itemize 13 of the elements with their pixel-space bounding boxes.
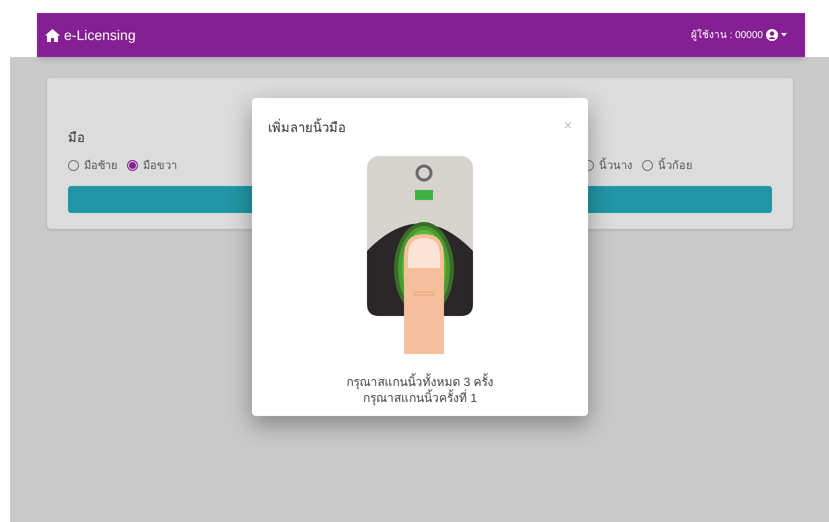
user-avatar-icon — [766, 29, 778, 41]
brand-name: e-Licensing — [64, 26, 136, 45]
caret-icon — [781, 33, 787, 37]
hand-label: มือ — [68, 129, 86, 147]
instruction-text: กรุณาสแกนนิ้วครั้งที่ 1 — [362, 390, 477, 406]
radio-option[interactable]: มือขวา — [127, 158, 177, 174]
user-menu[interactable]: ผู้ใช้งาน : 00000 — [690, 28, 787, 42]
brand-link[interactable]: e-Licensing — [45, 24, 136, 46]
home-icon — [45, 28, 60, 42]
radio-option[interactable]: นิ้วก้อย — [642, 158, 692, 174]
radio-option[interactable]: มือซ้าย — [68, 158, 117, 174]
modal-title: เพิ่มลายนิ้วมือ — [268, 118, 346, 137]
instruction-text: กรุณาสแกนนิ้วทั้งหมด 3 ครั้ง — [346, 374, 494, 390]
